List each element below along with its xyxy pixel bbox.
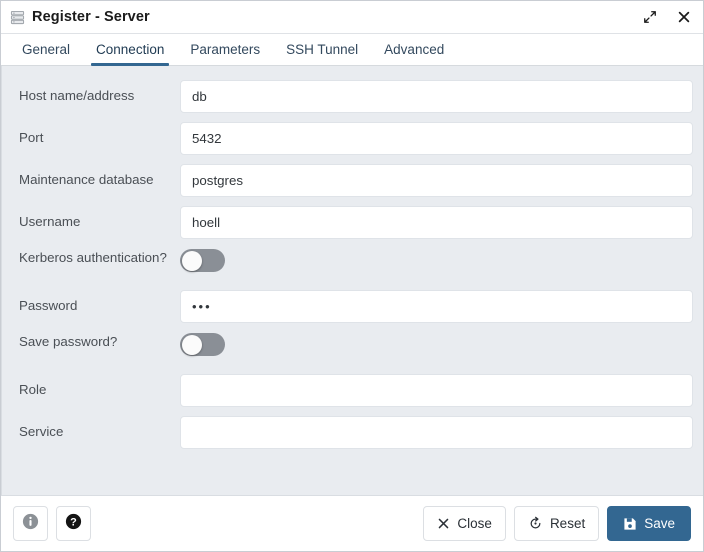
reset-button-label: Reset <box>549 516 586 531</box>
tab-connection[interactable]: Connection <box>83 34 177 66</box>
maintenance-database-label: Maintenance database <box>19 172 154 187</box>
server-icon <box>10 10 25 25</box>
role-input[interactable] <box>180 374 693 407</box>
titlebar-actions <box>641 8 693 26</box>
form-row-host: Host name/address db <box>12 80 693 113</box>
footer-right-actions: Close Reset Save <box>423 506 691 541</box>
reset-button[interactable]: Reset <box>513 506 600 541</box>
save-button[interactable]: Save <box>607 506 691 541</box>
form-row-role: Role <box>12 374 693 407</box>
svg-text:?: ? <box>70 516 77 528</box>
form-row-save-password: Save password? <box>12 332 693 365</box>
help-button[interactable]: ? <box>56 506 91 541</box>
form-row-service: Service <box>12 416 693 449</box>
close-button[interactable]: Close <box>423 506 506 541</box>
save-floppy-icon <box>623 517 637 531</box>
port-input[interactable]: 5432 <box>180 122 693 155</box>
save-button-label: Save <box>644 516 675 531</box>
tab-bar: General Connection Parameters SSH Tunnel… <box>1 34 703 66</box>
save-password-toggle[interactable] <box>180 333 225 356</box>
service-label: Service <box>19 424 64 439</box>
role-label: Role <box>19 382 47 397</box>
port-label: Port <box>19 130 44 145</box>
form-row-password: Password ••• <box>12 290 693 323</box>
password-input[interactable]: ••• <box>180 290 693 323</box>
titlebar-left: Register - Server <box>10 9 641 25</box>
kerberos-label: Kerberos authentication? <box>19 250 167 265</box>
password-label: Password <box>19 298 78 313</box>
save-password-toggle-knob <box>181 334 202 355</box>
username-label: Username <box>19 214 81 229</box>
form-row-maintenance-database: Maintenance database postgres <box>12 164 693 197</box>
kerberos-toggle-knob <box>181 250 202 271</box>
info-button[interactable] <box>13 506 48 541</box>
footer-left-actions: ? <box>13 506 91 541</box>
service-input[interactable] <box>180 416 693 449</box>
form-row-port: Port 5432 <box>12 122 693 155</box>
kerberos-toggle[interactable] <box>180 249 225 272</box>
host-input[interactable]: db <box>180 80 693 113</box>
dialog-titlebar: Register - Server <box>1 1 703 34</box>
help-icon: ? <box>64 512 83 536</box>
form-row-username: Username hoell <box>12 206 693 239</box>
host-label: Host name/address <box>19 88 135 103</box>
register-server-dialog: Register - Server General Connection Par… <box>0 0 704 552</box>
tab-advanced[interactable]: Advanced <box>371 34 457 65</box>
connection-form: Host name/address db Port 5432 Maintenan… <box>1 66 703 495</box>
tab-ssh-tunnel[interactable]: SSH Tunnel <box>273 34 371 65</box>
close-x-icon <box>437 517 450 530</box>
close-button-label: Close <box>457 516 492 531</box>
tab-general[interactable]: General <box>9 34 83 65</box>
dialog-footer: ? Close Reset Save <box>1 495 703 551</box>
reset-icon <box>528 516 543 531</box>
maintenance-database-input[interactable]: postgres <box>180 164 693 197</box>
username-input[interactable]: hoell <box>180 206 693 239</box>
tab-parameters[interactable]: Parameters <box>177 34 273 65</box>
dialog-title: Register - Server <box>32 9 150 25</box>
save-password-label: Save password? <box>19 334 118 349</box>
maximize-icon[interactable] <box>641 8 659 26</box>
close-icon[interactable] <box>675 8 693 26</box>
info-icon <box>21 512 40 536</box>
form-row-kerberos: Kerberos authentication? <box>12 248 693 281</box>
